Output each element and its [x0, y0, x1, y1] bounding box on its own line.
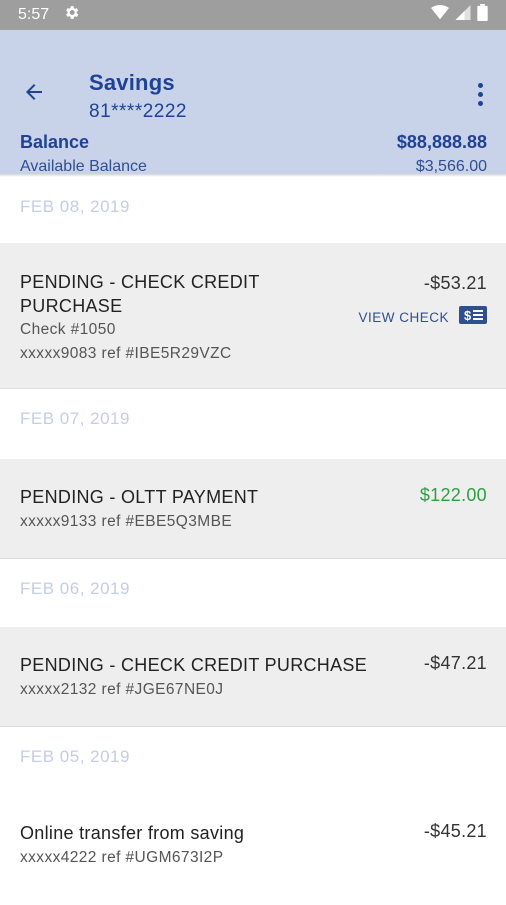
view-check-label: VIEW CHECK — [358, 310, 449, 325]
transaction-description: PENDING - CHECK CREDIT PURCHASE — [20, 272, 260, 316]
check-document-icon: $ — [459, 306, 487, 329]
more-vert-icon — [477, 82, 483, 88]
check-number: Check #1050 — [20, 321, 116, 338]
date-header: FEB 08, 2019 — [0, 177, 506, 243]
date-header: FEB 07, 2019 — [0, 389, 506, 459]
transaction-reference: xxxxx4222 ref #UGM673I2P — [20, 849, 224, 866]
date-header: FEB 06, 2019 — [0, 559, 506, 627]
signal-icon — [455, 5, 471, 25]
status-bar: 5:57 — [0, 0, 506, 30]
account-header: Savings 81****2222 Balance $88,888.88 Av… — [0, 30, 506, 175]
transaction-row[interactable]: PENDING - CHECK CREDIT PURCHASE Check #1… — [0, 243, 506, 389]
view-check-button[interactable]: VIEW CHECK $ — [358, 306, 487, 329]
available-balance-label: Available Balance — [20, 158, 147, 175]
transaction-amount: -$47.21 — [423, 653, 487, 673]
transaction-description: Online transfer from saving — [20, 823, 245, 843]
status-time: 5:57 — [18, 6, 50, 23]
transaction-amount: -$45.21 — [423, 821, 487, 841]
more-options-button[interactable] — [468, 78, 492, 110]
date-header: FEB 05, 2019 — [0, 727, 506, 795]
transaction-row[interactable]: Online transfer from saving xxxxx4222 re… — [0, 795, 506, 905]
transaction-row[interactable]: PENDING - CHECK CREDIT PURCHASE xxxxx213… — [0, 627, 506, 727]
back-button[interactable] — [18, 78, 50, 110]
transaction-description: PENDING - OLTT PAYMENT — [20, 487, 259, 507]
transaction-list: FEB 08, 2019 PENDING - CHECK CREDIT PURC… — [0, 177, 506, 905]
balance-label: Balance — [20, 132, 90, 152]
page-title: Savings — [89, 70, 175, 95]
balance-value: $88,888.88 — [396, 132, 487, 152]
available-balance-value: $3,566.00 — [415, 158, 487, 175]
gear-icon — [63, 4, 80, 26]
transaction-reference: xxxxx2132 ref #JGE67NE0J — [20, 681, 224, 698]
transaction-row[interactable]: PENDING - OLTT PAYMENT xxxxx9133 ref #EB… — [0, 459, 506, 559]
battery-icon — [477, 4, 488, 26]
transaction-description: PENDING - CHECK CREDIT PURCHASE — [20, 655, 368, 675]
transaction-amount: -$53.21 — [423, 273, 487, 293]
transaction-amount: $122.00 — [419, 485, 487, 505]
transaction-reference: xxxxx9133 ref #EBE5Q3MBE — [20, 513, 233, 530]
transaction-reference: xxxxx9083 ref #IBE5R29VZC — [20, 345, 232, 362]
svg-text:$: $ — [464, 308, 472, 323]
wifi-icon — [431, 5, 449, 25]
account-number: 81****2222 — [89, 101, 187, 122]
arrow-back-icon — [22, 80, 46, 109]
